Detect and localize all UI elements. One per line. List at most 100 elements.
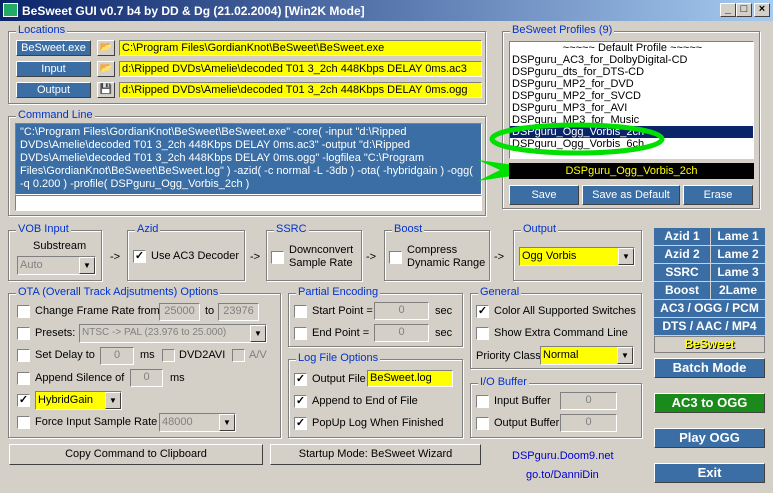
log-file-label: Log File Options — [296, 352, 381, 364]
downconvert-label-1: Downconvert — [289, 244, 354, 256]
output-format-select[interactable]: Ogg Vorbis ▼ — [519, 247, 635, 266]
end-point-label: End Point = — [312, 327, 370, 339]
tab-lame-1[interactable]: Lame 1 — [711, 228, 765, 245]
av-checkbox[interactable] — [232, 349, 245, 362]
chain-arrow: -> — [494, 251, 505, 263]
change-frame-checkbox[interactable] — [17, 305, 30, 318]
use-ac3-checkbox[interactable]: ✓ — [133, 250, 146, 263]
gain-checkbox[interactable]: ✓ — [17, 394, 30, 407]
tab-2lame[interactable]: 2Lame — [711, 282, 765, 299]
presets-checkbox[interactable] — [17, 327, 30, 340]
input-buffer-field[interactable]: 0 — [560, 392, 617, 410]
downconvert-checkbox[interactable] — [271, 251, 284, 264]
tab-dts-aac-mp4[interactable]: DTS / AAC / MP4 — [654, 318, 765, 335]
output-buffer-field[interactable]: 0 — [560, 414, 617, 432]
tab-azid-2[interactable]: Azid 2 — [654, 246, 710, 263]
log-file-field[interactable]: BeSweet.log — [367, 370, 453, 387]
folder-open-icon[interactable]: 📂 — [97, 40, 115, 56]
input-path-field[interactable]: d:\Ripped DVDs\Amelie\decoded T01 3_2ch … — [119, 61, 482, 77]
list-item[interactable]: DSPguru_MP3_for_AVI — [510, 102, 753, 114]
maximize-button[interactable]: □ — [736, 3, 752, 17]
save-disk-icon[interactable]: 💾 — [97, 82, 115, 98]
copy-command-button[interactable]: Copy Command to Clipboard — [9, 444, 263, 465]
delay-field[interactable]: 0 — [100, 347, 134, 365]
start-sec-label: sec — [435, 305, 453, 317]
list-item[interactable]: DSPguru_dts_for_DTS-CD — [510, 66, 753, 78]
command-line-label: Command Line — [16, 109, 95, 121]
end-point-field[interactable]: 0 — [374, 324, 429, 342]
output-path-field[interactable]: d:\Ripped DVDs\Amelie\decoded T01 3_2ch … — [119, 82, 482, 98]
current-profile-display: DSPguru_Ogg_Vorbis_2ch — [509, 163, 754, 179]
silence-field[interactable]: 0 — [130, 369, 163, 387]
doom9-link[interactable]: DSPguru.Doom9.net — [512, 450, 614, 462]
general-label: General — [478, 286, 522, 298]
dannidin-link[interactable]: go.to/DanniDin — [526, 469, 599, 481]
to-label: to — [205, 305, 215, 317]
set-delay-checkbox[interactable] — [17, 349, 30, 362]
gain-select[interactable]: HybridGain ▼ — [35, 391, 122, 410]
command-line-text[interactable]: "C:\Program Files\GordianKnot\BeSweet\Be… — [15, 123, 482, 195]
input-buffer-checkbox[interactable] — [476, 395, 489, 408]
tab-lame-2[interactable]: Lame 2 — [711, 246, 765, 263]
popup-log-label: PopUp Log When Finished — [312, 417, 444, 429]
tab-ac3-ogg-pcm[interactable]: AC3 / OGG / PCM — [654, 300, 765, 317]
ota-label: OTA (Overall Track Adjsutments) Options — [16, 286, 221, 298]
append-log-checkbox[interactable]: ✓ — [294, 395, 307, 408]
list-item[interactable]: DSPguru_MP2_for_DVD — [510, 78, 753, 90]
output-file-checkbox[interactable]: ✓ — [294, 373, 307, 386]
append-silence-label: Append Silence of — [35, 372, 125, 384]
popup-log-checkbox[interactable]: ✓ — [294, 417, 307, 430]
substream-select[interactable]: Auto ▼ — [17, 256, 96, 275]
tab-boost[interactable]: Boost — [654, 282, 710, 299]
chain-arrow: -> — [366, 251, 377, 263]
end-point-checkbox[interactable] — [294, 327, 307, 340]
tab-azid-1[interactable]: Azid 1 — [654, 228, 710, 245]
startup-mode-button[interactable]: Startup Mode: BeSweet Wizard — [270, 444, 481, 465]
batch-mode-button[interactable]: Batch Mode — [654, 358, 765, 378]
av-label: A/V — [249, 349, 267, 361]
io-buffer-label: I/O Buffer — [478, 376, 529, 388]
ac3-to-ogg-button[interactable]: AC3 to OGG — [654, 393, 765, 413]
color-all-checkbox[interactable]: ✓ — [476, 305, 489, 318]
force-rate-select[interactable]: 48000 ▼ — [159, 413, 236, 432]
append-silence-checkbox[interactable] — [17, 372, 30, 385]
presets-select[interactable]: NTSC -> PAL (23.976 to 25.000) ▼ — [79, 324, 267, 343]
extra-cmd-label: Show Extra Command Line — [494, 327, 628, 339]
dvd2avi-checkbox[interactable] — [162, 349, 175, 362]
save-profile-button[interactable]: Save — [509, 185, 579, 205]
title-bar[interactable]: BeSweet GUI v0.7 b4 by DD & Dg (21.02.20… — [0, 0, 773, 21]
force-rate-checkbox[interactable] — [17, 416, 30, 429]
list-item[interactable]: ~~~~~ Default Profile ~~~~~ — [510, 42, 753, 54]
tab-ssrc[interactable]: SSRC — [654, 264, 710, 281]
ssrc-label: SSRC — [274, 223, 309, 235]
folder-open-icon[interactable]: 📂 — [97, 61, 115, 77]
frame-from-field[interactable]: 25000 — [159, 303, 200, 321]
list-item[interactable]: DSPguru_MP2_for_SVCD — [510, 90, 753, 102]
start-point-field[interactable]: 0 — [374, 302, 429, 320]
locations-label: Locations — [16, 24, 68, 36]
input-button[interactable]: Input — [16, 61, 91, 77]
extra-cmd-checkbox[interactable] — [476, 327, 489, 340]
start-point-checkbox[interactable] — [294, 305, 307, 318]
erase-profile-button[interactable]: Erase — [683, 185, 753, 205]
dvd2avi-label: DVD2AVI — [179, 349, 226, 361]
play-ogg-button[interactable]: Play OGG — [654, 428, 765, 448]
compress-checkbox[interactable] — [389, 251, 402, 264]
extra-command-input[interactable] — [15, 195, 482, 211]
priority-select[interactable]: Normal ▼ — [540, 346, 634, 365]
partial-encoding-label: Partial Encoding — [296, 286, 381, 298]
tab-lame-3[interactable]: Lame 3 — [711, 264, 765, 281]
output-buffer-checkbox[interactable] — [476, 417, 489, 430]
close-button[interactable]: × — [754, 3, 770, 17]
besweet-path-field[interactable]: C:\Program Files\GordianKnot\BeSweet\BeS… — [119, 40, 482, 56]
exit-button[interactable]: Exit — [654, 463, 765, 483]
tab-besweet[interactable]: BeSweet — [654, 336, 765, 353]
downconvert-label-2: Sample Rate — [289, 257, 353, 269]
list-item[interactable]: DSPguru_AC3_for_DolbyDigital-CD — [510, 54, 753, 66]
output-button[interactable]: Output — [16, 82, 91, 98]
minimize-button[interactable]: _ — [720, 3, 736, 17]
besweet-exe-button[interactable]: BeSweet.exe — [16, 40, 91, 56]
frame-to-field[interactable]: 23976 — [218, 303, 259, 321]
save-as-default-button[interactable]: Save as Default — [582, 185, 680, 205]
azid-label: Azid — [135, 223, 161, 235]
